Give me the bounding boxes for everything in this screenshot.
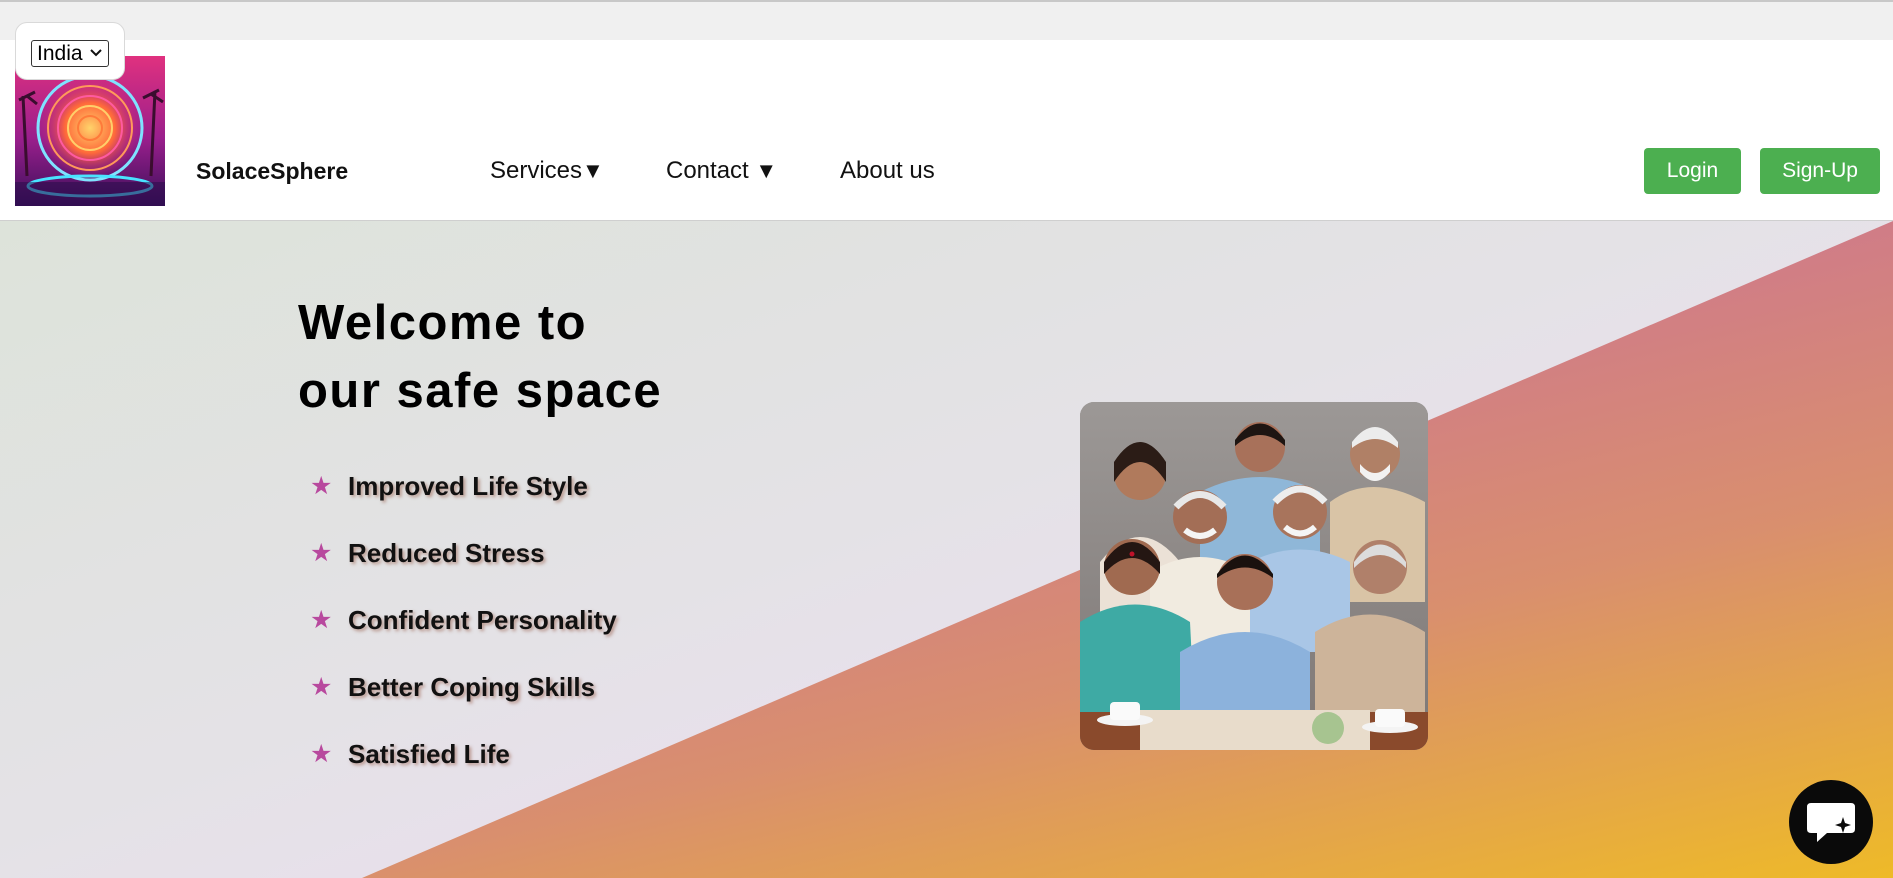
star-icon: ★: [310, 472, 333, 500]
star-icon: ★: [310, 539, 333, 567]
caret-down-icon: ▼: [582, 158, 604, 183]
hero-title-line-2: our safe space: [298, 364, 663, 418]
star-icon: ★: [310, 606, 333, 634]
site-header: SolaceSphere Services▼ Contact ▼ About u…: [0, 40, 1893, 221]
nav-contact[interactable]: Contact ▼: [666, 157, 777, 185]
nav-about[interactable]: About us: [840, 157, 935, 185]
star-icon: ★: [310, 740, 333, 768]
benefit-label: Improved Life Style: [348, 471, 588, 501]
country-select[interactable]: India: [31, 40, 109, 67]
country-select-value: India: [37, 41, 83, 65]
benefit-label: Satisfied Life: [348, 739, 510, 769]
benefit-item: ★ Better Coping Skills: [310, 672, 617, 739]
star-icon: ★: [310, 673, 333, 701]
signup-button[interactable]: Sign-Up: [1760, 148, 1880, 194]
family-photo: [1080, 402, 1428, 750]
family-illustration: [1080, 402, 1428, 750]
benefit-item: ★ Confident Personality: [310, 605, 617, 672]
chevron-down-icon: [90, 49, 102, 57]
benefit-label: Better Coping Skills: [348, 672, 596, 702]
hero-section: Welcome to our safe space ★ Improved Lif…: [0, 221, 1893, 878]
brand-name[interactable]: SolaceSphere: [196, 158, 348, 185]
benefit-item: ★ Satisfied Life: [310, 739, 617, 806]
nav-services[interactable]: Services▼: [490, 157, 604, 185]
chat-widget-button[interactable]: [1789, 780, 1873, 864]
hero-title: Welcome to our safe space: [298, 289, 662, 425]
caret-down-icon: ▼: [755, 158, 778, 183]
hero-title-line-1: Welcome to: [298, 296, 588, 350]
hero-diagonal-background: [362, 221, 1893, 878]
browser-top-strip: [0, 0, 1893, 40]
login-button[interactable]: Login: [1644, 148, 1741, 194]
benefit-item: ★ Reduced Stress: [310, 538, 617, 605]
chat-sparkle-icon: [1807, 803, 1855, 842]
benefits-list: ★ Improved Life Style ★ Reduced Stress ★…: [310, 471, 617, 806]
nav-services-label: Services: [490, 157, 583, 184]
benefit-item: ★ Improved Life Style: [310, 471, 617, 538]
country-selector-container: India: [15, 22, 125, 80]
benefit-label: Confident Personality: [348, 605, 617, 635]
nav-contact-label: Contact: [666, 157, 749, 184]
benefit-label: Reduced Stress: [348, 538, 545, 568]
